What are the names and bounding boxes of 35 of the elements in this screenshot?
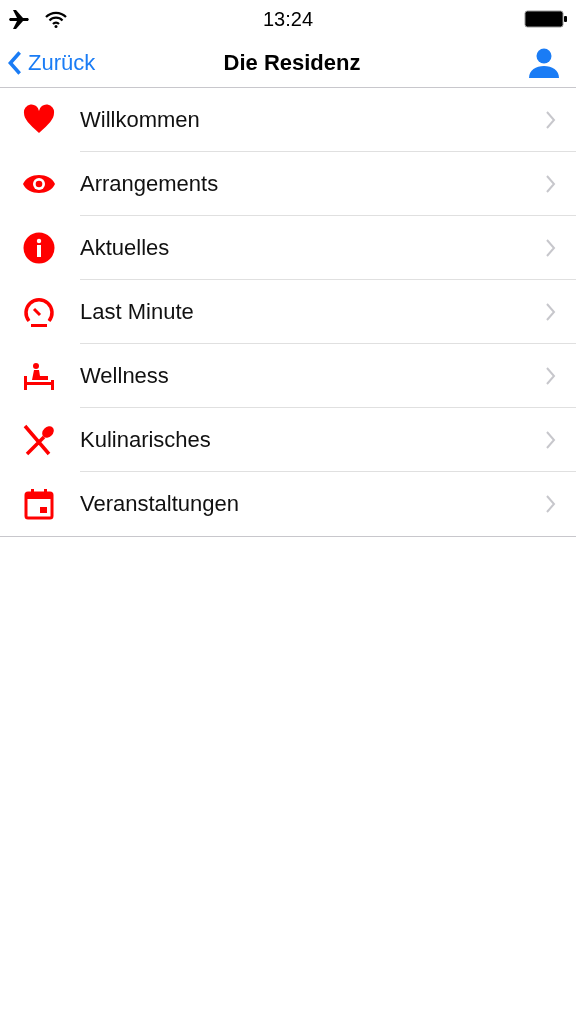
menu-item[interactable]: Kulinarisches <box>0 408 576 472</box>
menu-item-label: Aktuelles <box>80 234 170 261</box>
menu-item-label: Wellness <box>80 362 169 389</box>
chevron-right-icon <box>546 302 556 321</box>
airplane-icon <box>8 7 32 31</box>
battery-icon <box>524 10 568 28</box>
menu-item-label: Kulinarisches <box>80 426 211 453</box>
fork-spoon-icon <box>23 424 55 456</box>
chevron-right-icon <box>546 495 556 513</box>
massage-bed-icon <box>23 360 55 392</box>
menu-item-label: Last Minute <box>80 298 194 325</box>
chevron-right-icon <box>546 430 556 449</box>
menu-item[interactable]: Willkommen <box>0 88 576 152</box>
status-time: 13:24 <box>262 7 314 31</box>
chevron-right-icon <box>546 174 556 193</box>
user-icon[interactable] <box>528 46 560 79</box>
menu-item[interactable]: Last Minute <box>0 280 576 344</box>
menu-item[interactable]: Veranstaltungen <box>0 472 576 536</box>
chevron-right-icon <box>546 238 556 257</box>
menu-item[interactable]: Arrangements <box>0 152 576 216</box>
menu-item[interactable]: Wellness <box>0 344 576 408</box>
menu-item[interactable]: Aktuelles <box>0 216 576 280</box>
menu-item-label: Arrangements <box>80 170 219 197</box>
speedometer-icon <box>23 296 55 328</box>
back-button[interactable]: Zurück <box>8 49 148 76</box>
heart-icon <box>23 104 55 136</box>
info-icon <box>23 232 55 264</box>
menu-item-label: Veranstaltungen <box>80 491 240 517</box>
nav-title: Die Residenz <box>223 49 361 76</box>
menu-item-label: Willkommen <box>80 106 200 133</box>
chevron-left-icon <box>8 49 22 76</box>
chevron-right-icon <box>546 110 556 129</box>
wifi-icon <box>44 10 68 28</box>
chevron-right-icon <box>546 366 556 385</box>
calendar-icon <box>23 488 55 520</box>
